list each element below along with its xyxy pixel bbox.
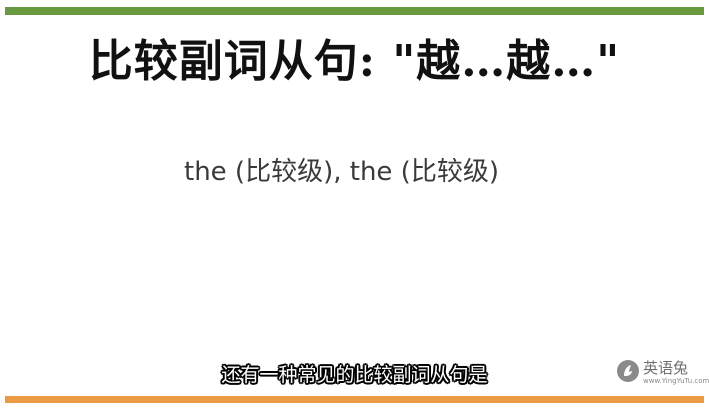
video-frame: 比较副词从句: "越…越…" the (比较级), the (比较级) 还有一种… — [0, 0, 709, 410]
bottom-accent-bar — [5, 396, 704, 403]
slide-title: 比较副词从句: "越…越…" — [88, 36, 621, 87]
rabbit-logo-icon — [617, 360, 639, 382]
brand-name: 英语兔 — [643, 359, 689, 377]
top-accent-bar — [5, 7, 704, 15]
video-subtitle: 还有一种常见的比较副词从句是 — [221, 364, 488, 386]
brand-watermark: 英语兔 www.YingYuTu.com — [617, 358, 709, 388]
slide-formula: the (比较级), the (比较级) — [184, 157, 499, 187]
brand-url: www.YingYuTu.com — [643, 377, 709, 385]
